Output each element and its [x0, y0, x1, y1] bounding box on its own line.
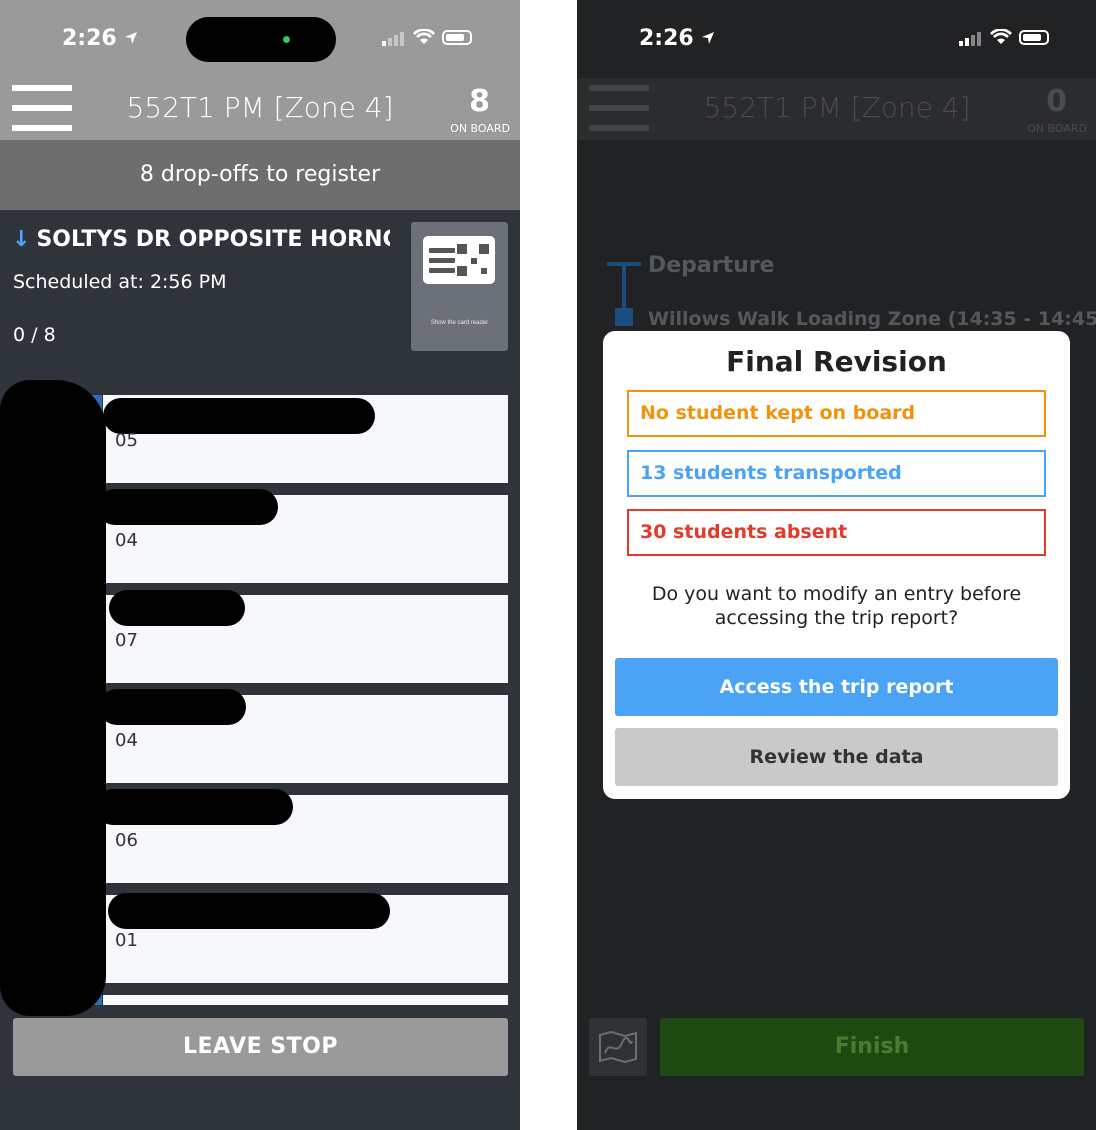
- onboard-label: ON BOARD: [1027, 122, 1087, 135]
- access-trip-report-button[interactable]: Access the trip report: [615, 658, 1058, 716]
- kept-on-board-summary: No student kept on board: [627, 390, 1046, 437]
- departure-label: Departure: [648, 253, 775, 278]
- onboard-label: ON BOARD: [450, 122, 510, 135]
- student-grade: 04: [115, 730, 138, 751]
- leave-stop-button[interactable]: LEAVE STOP: [13, 1018, 508, 1076]
- card-reader-caption: Show the card reader: [430, 320, 489, 326]
- stop-panel: ↓ SOLTYS DR OPPOSITE HORNC Scheduled at: …: [0, 210, 520, 1030]
- app-header: 552T1 PM [Zone 4] 8 ON BOARD: [0, 78, 520, 140]
- map-button[interactable]: [589, 1018, 647, 1076]
- battery-icon: [442, 29, 472, 45]
- signal-icon: [959, 28, 983, 46]
- route-title: 552T1 PM [Zone 4]: [126, 91, 394, 124]
- onboard-count: 0: [1046, 84, 1067, 119]
- student-grade: 06: [115, 830, 138, 851]
- wifi-icon: [990, 29, 1012, 44]
- absent-summary: 30 students absent: [627, 509, 1046, 556]
- status-bar: 2:26: [0, 0, 520, 78]
- qr-card-icon: [423, 236, 495, 284]
- student-grade: 01: [115, 930, 138, 951]
- finish-button[interactable]: Finish: [660, 1018, 1084, 1076]
- dialog-title: Final Revision: [726, 345, 947, 378]
- system-icons: [382, 28, 472, 46]
- location-arrow-icon: [125, 32, 138, 44]
- final-revision-dialog: Final Revision No student kept on board …: [603, 331, 1070, 799]
- transported-summary: 13 students transported: [627, 450, 1046, 497]
- status-time: 2:26: [639, 26, 715, 51]
- status-time: 2:26: [62, 26, 138, 51]
- dynamic-island: [186, 17, 336, 62]
- status-bar: 2:26: [577, 0, 1096, 78]
- dialog-question: Do you want to modify an entry before ac…: [651, 583, 1022, 629]
- dropoff-banner: 8 drop-offs to register: [0, 140, 520, 210]
- review-data-button[interactable]: Review the data: [615, 728, 1058, 786]
- signal-icon: [382, 28, 406, 46]
- first-stop-label: Willows Walk Loading Zone (14:35 - 14:45…: [648, 308, 1096, 330]
- map-icon: [599, 1031, 637, 1063]
- student-grade: 07: [115, 630, 138, 651]
- app-header: 552T1 PM [Zone 4] 0 ON BOARD: [577, 78, 1096, 140]
- right-phone-screen: 2:26 552T1 PM [Zone 4] 0 ON BOARD Depart…: [577, 0, 1096, 1130]
- down-arrow-icon: ↓: [12, 227, 31, 252]
- student-grade: 05: [115, 430, 138, 451]
- route-title: 552T1 PM [Zone 4]: [703, 91, 971, 124]
- scheduled-time: Scheduled at: 2:56 PM: [13, 271, 227, 293]
- dropoff-progress: 0 / 8: [13, 324, 56, 346]
- onboard-count: 8: [469, 84, 490, 119]
- location-arrow-icon: [702, 32, 715, 44]
- battery-icon: [1019, 29, 1049, 45]
- system-icons: [959, 28, 1049, 46]
- wifi-icon: [413, 29, 435, 44]
- stop-name: ↓ SOLTYS DR OPPOSITE HORNC: [12, 227, 390, 252]
- student-grade: 04: [115, 530, 138, 551]
- left-phone-screen: 2:26 552T1 PM [Zone 4] 8 ON BOARD 8 drop…: [0, 0, 520, 1130]
- redaction-mark: [0, 380, 106, 1016]
- card-reader-button[interactable]: Show the card reader: [411, 222, 508, 351]
